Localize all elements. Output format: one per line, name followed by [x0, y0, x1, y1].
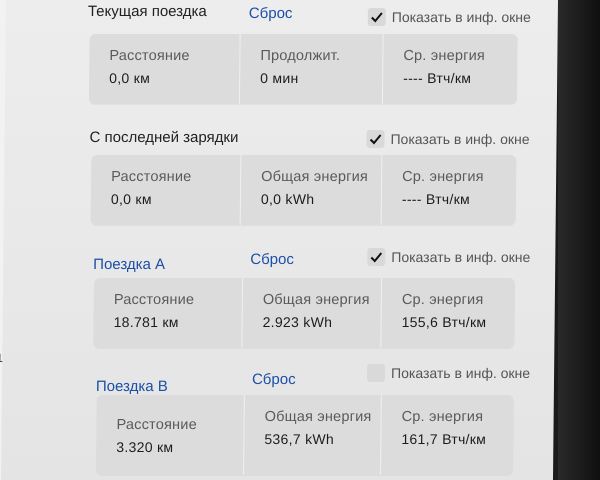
- stat-label: Общая энергия: [261, 169, 369, 185]
- stat-total-energy: Общая энергия 2.923 kWh: [242, 278, 383, 348]
- stat-value: 0,0 км: [109, 70, 151, 86]
- trip-b-reset-button[interactable]: Сброс: [252, 371, 296, 388]
- stat-label: Расстояние: [111, 169, 192, 185]
- stat-label: Ср. энергия: [401, 409, 484, 425]
- current-trip-show-toggle[interactable]: Показать в инф. окне: [367, 8, 531, 26]
- stat-value: 3.320 км: [116, 439, 174, 455]
- trip-b-show-toggle[interactable]: Показать в инф. окне: [366, 364, 531, 382]
- trip-b-title: Поездка B: [95, 378, 168, 395]
- trip-b-card: Расстояние 3.320 км Общая энергия 536,7 …: [96, 395, 514, 475]
- edge-mark: 1: [0, 351, 4, 365]
- stat-total-energy: Общая энергия 536,7 kWh: [244, 395, 382, 475]
- stat-total-energy: Общая энергия 0,0 kWh: [240, 155, 383, 225]
- trip-a-title: Поездка A: [93, 256, 166, 273]
- stat-label: Общая энергия: [262, 292, 370, 308]
- since-charge-card: Расстояние 0,0 км Общая энергия 0,0 kWh …: [90, 155, 517, 225]
- stat-value: 161,7 Втч/км: [401, 431, 487, 447]
- trip-a-card: Расстояние 18.781 км Общая энергия 2.923…: [93, 278, 516, 348]
- current-trip-show-label: Показать в инф. окне: [391, 9, 531, 25]
- stat-distance: Расстояние 18.781 км: [93, 278, 244, 348]
- trip-a-reset-button[interactable]: Сброс: [250, 251, 294, 268]
- stat-value: 0,0 км: [110, 191, 152, 207]
- checkbox-checked-icon[interactable]: [367, 248, 386, 266]
- stat-value: 2.923 kWh: [262, 314, 333, 330]
- stat-label: Продолжит.: [260, 48, 341, 64]
- current-trip-title: Текущая поездка: [87, 3, 207, 20]
- stat-distance: Расстояние 0,0 км: [90, 155, 242, 225]
- stat-value: 155,6 Втч/км: [401, 314, 487, 330]
- current-trip-reset-button[interactable]: Сброс: [249, 5, 293, 22]
- stat-value: 536,7 kWh: [264, 431, 335, 447]
- current-trip-card: Расстояние 0,0 км Продолжит. 0 мин Ср. э…: [88, 34, 518, 104]
- stat-label: Расстояние: [113, 292, 195, 308]
- since-charge-title: С последней зарядки: [89, 129, 239, 146]
- stat-label: Общая энергия: [264, 409, 372, 425]
- stat-value: ---- Втч/км: [403, 70, 472, 86]
- since-charge-show-toggle[interactable]: Показать в инф. окне: [366, 130, 530, 148]
- stat-label: Ср. энергия: [401, 292, 484, 308]
- stat-label: Расстояние: [109, 48, 190, 64]
- stat-label: Ср. энергия: [402, 169, 484, 185]
- stat-value: 0 мин: [260, 70, 299, 86]
- stat-avg-energy: Ср. энергия 155,6 Втч/км: [381, 278, 515, 348]
- checkbox-checked-icon[interactable]: [367, 8, 386, 26]
- trip-b-show-label: Показать в инф. окне: [391, 365, 531, 381]
- trip-a-show-label: Показать в инф. окне: [391, 249, 531, 265]
- checkbox-unchecked-icon[interactable]: [366, 364, 386, 382]
- stat-avg-energy: Ср. энергия ---- Втч/км: [383, 34, 518, 104]
- stat-avg-energy: Ср. энергия ---- Втч/км: [382, 155, 517, 225]
- trip-a-show-toggle[interactable]: Показать в инф. окне: [367, 248, 530, 266]
- stat-label: Ср. энергия: [403, 48, 486, 64]
- stat-duration: Продолжит. 0 мин: [239, 34, 384, 104]
- stat-value: 18.781 км: [113, 314, 179, 330]
- checkbox-checked-icon[interactable]: [366, 130, 385, 148]
- stat-distance: Расстояние 3.320 км: [96, 395, 245, 475]
- display-bezel: [558, 0, 600, 480]
- since-charge-show-label: Показать в инф. окне: [390, 131, 530, 147]
- stat-label: Расстояние: [116, 417, 197, 433]
- stat-value: ---- Втч/км: [401, 191, 471, 207]
- screen-left-edge: [0, 0, 6, 480]
- stat-value: 0,0 kWh: [260, 191, 315, 207]
- stat-avg-energy: Ср. энергия 161,7 Втч/км: [381, 395, 514, 475]
- trip-settings-screen: Текущая поездка Сброс Показать в инф. ок…: [0, 0, 559, 480]
- stat-distance: Расстояние 0,0 км: [88, 34, 241, 104]
